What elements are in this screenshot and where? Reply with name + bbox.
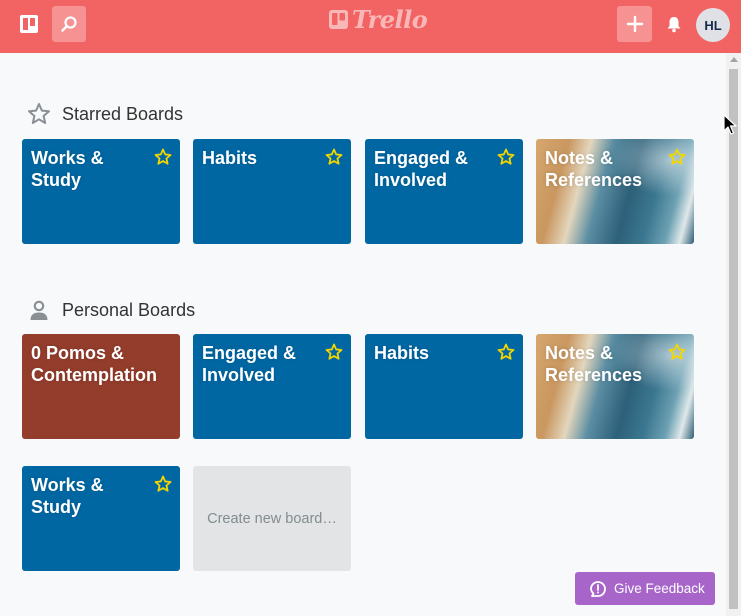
mouse-cursor-icon xyxy=(723,114,737,135)
feedback-label: Give Feedback xyxy=(614,581,705,596)
board-tile-notes-references[interactable]: Notes & References xyxy=(536,139,694,244)
star-outline-icon xyxy=(26,101,52,127)
section-title-text: Personal Boards xyxy=(62,299,196,320)
star-icon[interactable] xyxy=(325,343,343,361)
top-header: Trello HL xyxy=(0,0,741,53)
board-name: 0 Pomos & Contemplation xyxy=(31,343,157,385)
starred-boards-heading: Starred Boards xyxy=(26,101,183,127)
create-button[interactable] xyxy=(617,6,652,42)
board-tile-pomos-contemplation[interactable]: 0 Pomos & Contemplation xyxy=(22,334,180,439)
plus-icon xyxy=(626,15,643,33)
avatar[interactable]: HL xyxy=(696,8,730,42)
boards-button[interactable] xyxy=(12,6,46,42)
star-icon[interactable] xyxy=(668,343,686,361)
person-icon xyxy=(26,297,52,323)
vertical-scrollbar[interactable] xyxy=(726,53,741,616)
board-tile-engaged-involved[interactable]: Engaged & Involved xyxy=(193,334,351,439)
trello-logo-icon xyxy=(329,9,348,29)
feedback-icon xyxy=(590,580,606,597)
logo-text: Trello xyxy=(352,4,428,34)
board-tile-engaged-involved[interactable]: Engaged & Involved xyxy=(365,139,523,244)
bell-icon xyxy=(667,17,681,33)
board-name: Works & Study xyxy=(31,148,104,190)
personal-boards-heading: Personal Boards xyxy=(26,297,195,323)
board-tile-habits[interactable]: Habits xyxy=(193,139,351,244)
scrollbar-thumb[interactable] xyxy=(729,69,738,609)
board-name: Engaged & Involved xyxy=(202,343,297,385)
board-tile-notes-references[interactable]: Notes & References xyxy=(536,334,694,439)
board-name: Notes & References xyxy=(545,148,643,190)
board-name: Notes & References xyxy=(545,343,643,385)
board-tile-works-study[interactable]: Works & Study xyxy=(22,466,180,571)
board-name: Habits xyxy=(202,148,258,168)
star-icon[interactable] xyxy=(497,148,515,166)
star-icon[interactable] xyxy=(497,343,515,361)
search-button[interactable] xyxy=(52,6,86,42)
search-icon xyxy=(61,16,77,32)
board-tile-works-study[interactable]: Works & Study xyxy=(22,139,180,244)
section-title-text: Starred Boards xyxy=(62,103,184,124)
board-name: Engaged & Involved xyxy=(374,148,469,190)
star-icon[interactable] xyxy=(154,475,172,493)
star-icon[interactable] xyxy=(325,148,343,166)
scroll-up-arrow-icon[interactable] xyxy=(730,57,738,62)
board-name: Habits xyxy=(374,343,430,363)
create-board-label: Create new board… xyxy=(207,510,337,527)
star-icon[interactable] xyxy=(668,148,686,166)
give-feedback-button[interactable]: Give Feedback xyxy=(575,572,715,605)
notifications-button[interactable] xyxy=(657,6,691,42)
board-name: Works & Study xyxy=(31,475,104,517)
board-tile-habits[interactable]: Habits xyxy=(365,334,523,439)
trello-logo[interactable]: Trello xyxy=(329,4,428,34)
boards-icon xyxy=(20,15,38,33)
create-new-board-tile[interactable]: Create new board… xyxy=(193,466,351,571)
star-icon[interactable] xyxy=(154,148,172,166)
